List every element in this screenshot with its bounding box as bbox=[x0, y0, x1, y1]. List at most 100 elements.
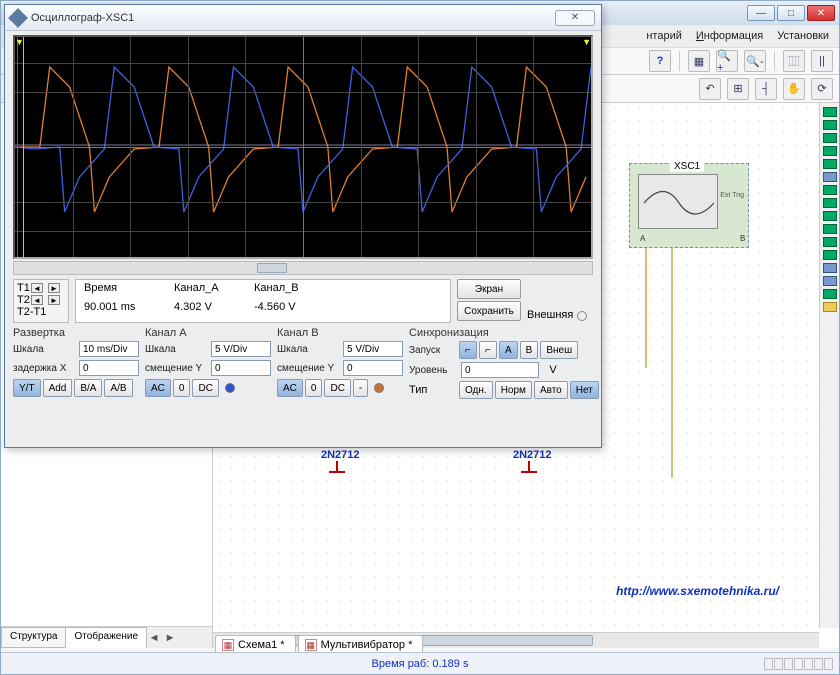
cha-dc-button[interactable]: DC bbox=[192, 379, 218, 397]
palette-item[interactable] bbox=[823, 159, 837, 169]
cha-ac-button[interactable]: AC bbox=[145, 379, 171, 397]
palette-item[interactable] bbox=[823, 172, 837, 182]
tool-button[interactable]: || bbox=[811, 50, 833, 72]
dialog-titlebar[interactable]: Осциллограф-XSC1 ✕ bbox=[5, 5, 601, 31]
sweep-scale-input[interactable] bbox=[79, 341, 139, 357]
sync-auto-button[interactable]: Авто bbox=[534, 381, 568, 399]
cha-offset-input[interactable] bbox=[211, 360, 271, 376]
sweep-delay-input[interactable] bbox=[79, 360, 139, 376]
left-tab-display[interactable]: Отображение bbox=[65, 627, 147, 648]
cursor-t2[interactable] bbox=[23, 37, 24, 257]
status-bar: Время раб: 0.189 s bbox=[1, 652, 839, 674]
sync-none-button[interactable]: Нет bbox=[570, 381, 599, 399]
mode-ba-button[interactable]: B/A bbox=[74, 379, 102, 397]
maximize-button[interactable]: □ bbox=[777, 5, 805, 21]
tab-scroll-right[interactable]: ► bbox=[162, 627, 178, 648]
menu-item-info[interactable]: Информация bbox=[696, 30, 763, 42]
menu-item[interactable]: нтарий bbox=[646, 30, 682, 42]
sync-a-button[interactable]: A bbox=[499, 341, 518, 359]
zoom-out-button[interactable]: 🔍- bbox=[744, 50, 766, 72]
palette-item[interactable] bbox=[823, 107, 837, 117]
external-radio[interactable] bbox=[577, 311, 587, 321]
controls-row: Развертка Шкала задержка X Y/T Add B/A A… bbox=[13, 327, 593, 399]
sync-level-input[interactable] bbox=[461, 362, 539, 378]
palette-item[interactable] bbox=[823, 185, 837, 195]
left-tab-structure[interactable]: Структура bbox=[1, 627, 66, 648]
help-button[interactable]: ? bbox=[649, 50, 671, 72]
palette-item[interactable] bbox=[823, 289, 837, 299]
tool-button[interactable]: ⿲ bbox=[783, 50, 805, 72]
cha-0-button[interactable]: 0 bbox=[173, 379, 191, 397]
readout-panel: T1◄► T2◄► T2-T1 ВремяКанал_AКанал_B 90.0… bbox=[13, 279, 593, 323]
palette-item[interactable] bbox=[823, 263, 837, 273]
oscilloscope-component[interactable]: XSC1 Ext Trig A B bbox=[629, 163, 749, 248]
sync-ext-button[interactable]: Внеш bbox=[540, 341, 578, 359]
component-palette bbox=[819, 103, 839, 628]
edge-rise-button[interactable]: ⌐ bbox=[459, 341, 477, 359]
menu-item-settings[interactable]: Установки bbox=[777, 30, 829, 42]
chb-0-button[interactable]: 0 bbox=[305, 379, 323, 397]
sync-once-button[interactable]: Одн. bbox=[459, 381, 493, 399]
sync-norm-button[interactable]: Норм bbox=[495, 381, 532, 399]
port-labels: A B bbox=[640, 234, 767, 243]
chb-invert-button[interactable]: - bbox=[353, 379, 368, 397]
dialog-close-button[interactable]: ✕ bbox=[555, 10, 595, 26]
palette-item[interactable] bbox=[823, 120, 837, 130]
palette-item[interactable] bbox=[823, 198, 837, 208]
tool-button[interactable]: ✋ bbox=[783, 78, 805, 100]
mode-ab-button[interactable]: A/B bbox=[104, 379, 132, 397]
chb-scale-input[interactable] bbox=[343, 341, 403, 357]
status-indicators bbox=[764, 658, 833, 670]
tab-scroll-left[interactable]: ◄ bbox=[146, 627, 162, 648]
cursor-t1[interactable] bbox=[17, 37, 18, 257]
palette-item[interactable] bbox=[823, 211, 837, 221]
mode-add-button[interactable]: Add bbox=[43, 379, 73, 397]
t1-right[interactable]: ► bbox=[48, 283, 60, 293]
chb-color-indicator bbox=[374, 383, 384, 393]
scope-h-scroll[interactable] bbox=[13, 261, 593, 275]
chb-dc-button[interactable]: DC bbox=[324, 379, 350, 397]
app-icon bbox=[8, 8, 28, 28]
t2-left[interactable]: ◄ bbox=[31, 295, 43, 305]
edge-fall-button[interactable]: ⌐ bbox=[479, 341, 497, 359]
dialog-title: Осциллограф-XSC1 bbox=[31, 12, 549, 24]
palette-item[interactable] bbox=[823, 224, 837, 234]
tool-button[interactable]: ⟳ bbox=[811, 78, 833, 100]
chb-ac-button[interactable]: AC bbox=[277, 379, 303, 397]
palette-item[interactable] bbox=[823, 276, 837, 286]
screen-button[interactable]: Экран bbox=[457, 279, 521, 299]
scope-screen[interactable]: ▼ ▼ bbox=[13, 35, 593, 259]
sweep-group: Развертка Шкала задержка X Y/T Add B/A A… bbox=[13, 327, 139, 399]
close-button[interactable]: ✕ bbox=[807, 5, 835, 21]
palette-item[interactable] bbox=[823, 250, 837, 260]
runtime-label: Время раб: 0.189 s bbox=[372, 658, 469, 670]
schematic-icon: ▦ bbox=[222, 639, 234, 651]
save-button[interactable]: Сохранить bbox=[457, 301, 521, 321]
palette-item[interactable] bbox=[823, 133, 837, 143]
tool-button[interactable]: ↶ bbox=[699, 78, 721, 100]
cha-color-indicator bbox=[225, 383, 235, 393]
schematic-icon: ▦ bbox=[305, 639, 317, 651]
palette-item[interactable] bbox=[823, 237, 837, 247]
tool-button[interactable]: ┤ bbox=[755, 78, 777, 100]
scope-icon bbox=[638, 174, 718, 229]
minimize-button[interactable]: — bbox=[747, 5, 775, 21]
tool-button[interactable]: ⊞ bbox=[727, 78, 749, 100]
palette-item[interactable] bbox=[823, 302, 837, 312]
channel-a-group: Канал A Шкала смещение Y AC 0 DC bbox=[145, 327, 271, 399]
transistor-label: 2N2712 bbox=[321, 449, 360, 461]
channel-b-group: Канал B Шкала смещение Y AC 0 DC - bbox=[277, 327, 403, 399]
t1-left[interactable]: ◄ bbox=[31, 283, 43, 293]
oscilloscope-dialog: Осциллограф-XSC1 ✕ ▼ ▼ bbox=[4, 4, 602, 448]
sync-b-button[interactable]: B bbox=[520, 341, 539, 359]
chb-offset-input[interactable] bbox=[343, 360, 403, 376]
ext-trig-label: Ext Trig bbox=[720, 192, 744, 199]
zoom-in-button[interactable]: 🔍+ bbox=[716, 50, 738, 72]
mode-yt-button[interactable]: Y/T bbox=[13, 379, 41, 397]
watermark-url: http://www.sxemotehnika.ru/ bbox=[616, 584, 779, 598]
t2-right[interactable]: ► bbox=[48, 295, 60, 305]
cha-scale-input[interactable] bbox=[211, 341, 271, 357]
cursor-nav: T1◄► T2◄► T2-T1 bbox=[13, 279, 69, 323]
palette-item[interactable] bbox=[823, 146, 837, 156]
view-button[interactable]: ▦ bbox=[688, 50, 710, 72]
